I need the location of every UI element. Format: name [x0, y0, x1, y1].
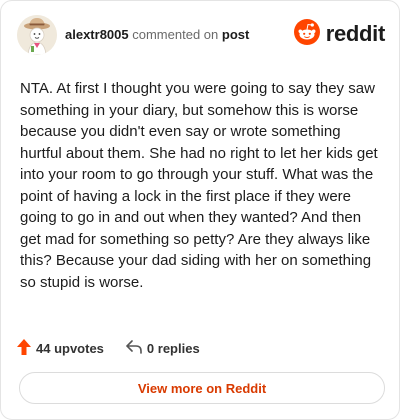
- post-link[interactable]: post: [222, 27, 249, 42]
- upvotes-count: 44 upvotes: [36, 340, 104, 356]
- reddit-brand[interactable]: reddit: [293, 18, 386, 50]
- username-link[interactable]: alextr8005: [65, 27, 129, 42]
- reddit-wordmark: reddit: [325, 21, 386, 46]
- reply-arrow-icon: [126, 339, 147, 357]
- upvotes-stat[interactable]: 44 upvotes: [17, 338, 104, 358]
- reddit-logo-icon: [293, 18, 320, 50]
- replies-count: 0 replies: [146, 340, 200, 356]
- embedded-comment-card: alextr8005 commented on post reddit NTA.…: [0, 0, 400, 420]
- view-more-button[interactable]: View more on Reddit: [19, 372, 385, 404]
- avatar-icon[interactable]: [17, 15, 57, 55]
- comment-footer: 44 upvotes 0 replies: [17, 338, 200, 358]
- replies-stat[interactable]: 0 replies: [126, 339, 200, 357]
- upvote-arrow-icon: [17, 338, 36, 358]
- comment-body: NTA. At first I thought you were going t…: [20, 80, 378, 291]
- commented-on-text: commented on: [132, 27, 219, 42]
- comment-header: alextr8005 commented on post reddit: [17, 15, 385, 55]
- comment-meta: alextr8005 commented on post: [65, 27, 249, 43]
